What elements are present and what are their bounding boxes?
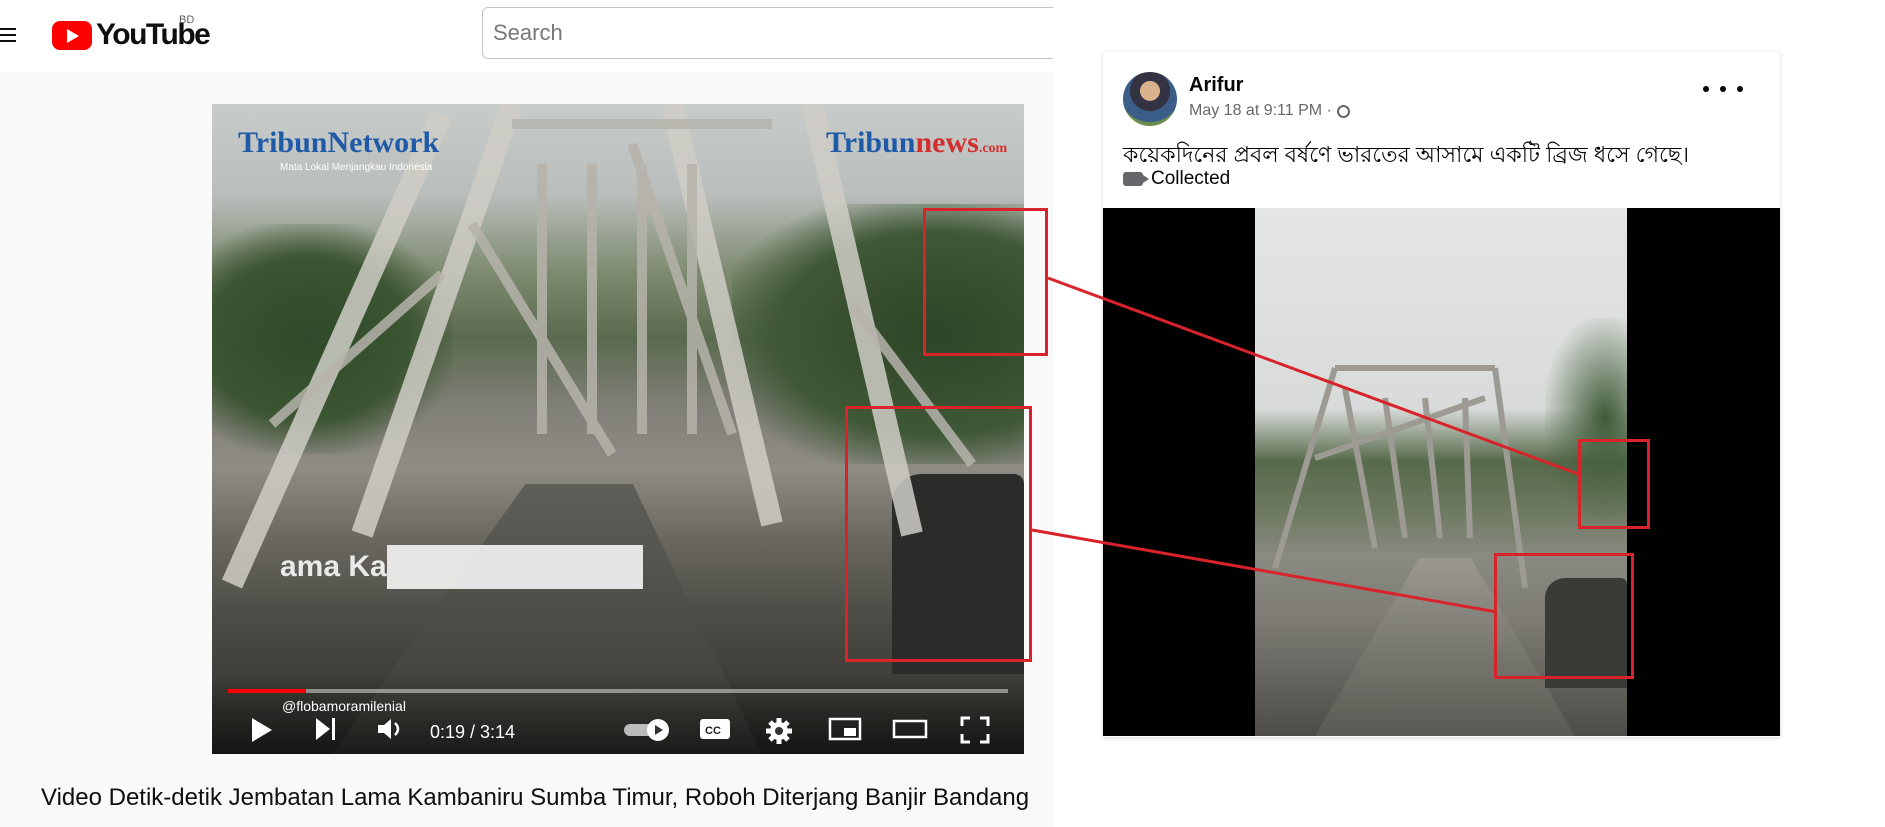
- tribunnetwork-tagline: Mata Lokal Menjangkau Indonesia: [280, 162, 433, 173]
- watermark-news: news: [915, 126, 979, 159]
- avatar[interactable]: [1123, 72, 1177, 126]
- progress-fill: [228, 689, 306, 693]
- highlight-box-trees: [923, 208, 1048, 356]
- captions-icon[interactable]: CC: [698, 716, 732, 742]
- caption-redaction-bar: [386, 545, 643, 589]
- svg-text:CC: CC: [705, 725, 721, 737]
- volume-icon[interactable]: [376, 716, 406, 742]
- settings-gear-icon[interactable]: [764, 716, 794, 746]
- fullscreen-icon[interactable]: [960, 716, 990, 744]
- tribunnews-watermark: Tribunnews.com: [826, 126, 1007, 160]
- video-camera-icon: [1123, 172, 1149, 186]
- highlight-box-trees-fb: [1578, 439, 1650, 529]
- video-title[interactable]: Video Detik-detik Jembatan Lama Kambanir…: [41, 784, 1029, 812]
- post-video[interactable]: [1103, 208, 1780, 736]
- globe-icon: [1336, 104, 1350, 118]
- miniplayer-icon[interactable]: [828, 716, 862, 742]
- autoplay-toggle-icon[interactable]: [622, 716, 672, 742]
- poster-name[interactable]: Arifur: [1189, 74, 1243, 97]
- caption-text: ama Ka: [280, 550, 387, 583]
- collected-label: Collected: [1151, 168, 1231, 189]
- time-display: 0:19 / 3:14: [430, 722, 516, 742]
- more-options-button[interactable]: [1703, 80, 1743, 100]
- search-input[interactable]: [482, 7, 1053, 59]
- watermark-com: .com: [978, 141, 1008, 156]
- hamburger-menu-icon[interactable]: [0, 24, 18, 44]
- collected-line: Collected: [1123, 168, 1230, 190]
- player-controls: @flobamoramilenial 0:19 / 3:14 CC: [212, 674, 1024, 754]
- watermark-tribun: Tribun: [826, 126, 916, 159]
- post-meta: May 18 at 9:11 PM ·: [1189, 102, 1350, 120]
- facebook-post-card: Arifur May 18 at 9:11 PM · কয়েকদিনের প্…: [1103, 52, 1780, 737]
- country-code: BD: [179, 14, 195, 26]
- video-caption-overlay: ama Ka: [280, 544, 643, 590]
- progress-bar[interactable]: [228, 689, 1008, 693]
- next-icon[interactable]: [314, 716, 338, 742]
- highlight-box-rock-fb: [1494, 553, 1634, 679]
- play-icon[interactable]: [250, 716, 274, 744]
- highlight-box-rock: [845, 406, 1032, 662]
- post-timestamp[interactable]: May 18 at 9:11 PM ·: [1189, 102, 1332, 120]
- theater-mode-icon[interactable]: [892, 716, 928, 742]
- youtube-header: YouTube BD: [0, 0, 1053, 72]
- credit-handle: @flobamoramilenial: [282, 698, 406, 714]
- youtube-play-logo-icon: [52, 20, 92, 50]
- tribunnetwork-watermark: TribunNetwork: [238, 126, 440, 159]
